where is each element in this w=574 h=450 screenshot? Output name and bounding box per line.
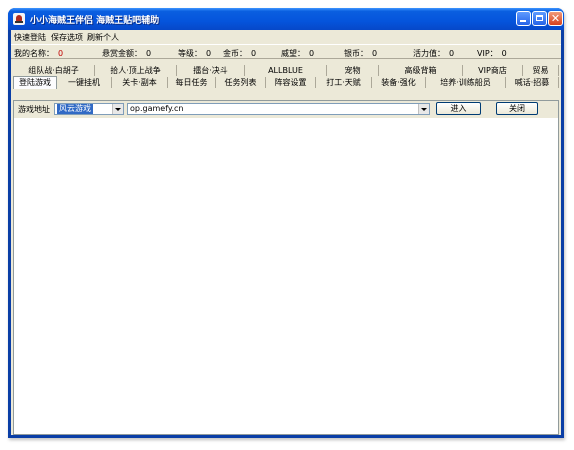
minimize-button[interactable] bbox=[516, 11, 531, 26]
tab-arena-duel[interactable]: 擂台·决斗 bbox=[177, 65, 245, 76]
tab-row-2: 登陆游戏 一键挂机 关卡·副本 每日任务 任务列表 阵容设置 打工·天赋 装备·… bbox=[13, 76, 559, 89]
tab-allblue[interactable]: ALLBLUE bbox=[245, 65, 327, 76]
tab-row-1: 组队战·白胡子 拾人·顶上战争 擂台·决斗 ALLBLUE 宠物 高级背箱 VI… bbox=[13, 65, 559, 76]
status-prestige: 威望： 0 bbox=[281, 49, 315, 58]
tab-team-whitebeard[interactable]: 组队战·白胡子 bbox=[13, 65, 95, 76]
login-game-panel: 游戏地址 风云游戏 op.gamefy.cn 进入 关闭 bbox=[13, 100, 559, 435]
tab-equip-enhance[interactable]: 装备·强化 bbox=[372, 77, 426, 88]
tab-formation[interactable]: 阵容设置 bbox=[266, 77, 316, 88]
tab-train-crew[interactable]: 培养·训练船员 bbox=[426, 77, 506, 88]
game-address-label: 游戏地址 bbox=[18, 105, 50, 114]
game-address-bar: 游戏地址 风云游戏 op.gamefy.cn 进入 关闭 bbox=[14, 101, 558, 118]
status-gold: 金币： 0 bbox=[223, 49, 257, 58]
server-select-value: 风云游戏 bbox=[57, 104, 93, 114]
status-energy: 活力值： 0 bbox=[413, 49, 455, 58]
tab-task-list[interactable]: 任务列表 bbox=[216, 77, 266, 88]
minimize-icon bbox=[520, 20, 526, 22]
enter-button[interactable]: 进入 bbox=[436, 102, 481, 115]
menu-save-options[interactable]: 保存选项 bbox=[51, 32, 83, 43]
maximize-button[interactable] bbox=[532, 11, 547, 26]
tab-vip-shop[interactable]: VIP商店 bbox=[463, 65, 523, 76]
window-title: 小小海贼王伴侣 海贼王贴吧辅助 bbox=[30, 16, 160, 26]
menu-refresh-profile[interactable]: 刷新个人 bbox=[87, 32, 119, 43]
tab-login-game[interactable]: 登陆游戏 bbox=[13, 76, 57, 89]
title-bar[interactable]: 小小海贼王伴侣 海贼王贴吧辅助 ✕ bbox=[8, 8, 564, 30]
url-combobox[interactable]: op.gamefy.cn bbox=[127, 103, 430, 115]
status-bounty: 悬赏金额： 0 bbox=[102, 49, 152, 58]
tab-marineford[interactable]: 拾人·顶上战争 bbox=[95, 65, 177, 76]
app-icon[interactable] bbox=[13, 13, 25, 25]
tab-trade[interactable]: 贸易 bbox=[523, 65, 559, 76]
status-name: 我的名称： 0 bbox=[14, 49, 64, 58]
tab-daily-tasks[interactable]: 每日任务 bbox=[168, 77, 216, 88]
app-window: 小小海贼王伴侣 海贼王贴吧辅助 ✕ 快速登陆 保存选项 刷新个人 我的名称： 0 … bbox=[8, 8, 564, 438]
menu-quick-login[interactable]: 快速登陆 bbox=[14, 32, 46, 43]
window-client: 快速登陆 保存选项 刷新个人 我的名称： 0 悬赏金额： 0 等级： 0 金币： 0 威… bbox=[11, 30, 561, 435]
player-status-bar: 我的名称： 0 悬赏金额： 0 等级： 0 金币： 0 威望： 0 银币： 0 活力值： 0 … bbox=[11, 44, 561, 59]
tab-shout-recruit[interactable]: 喊话·招募 bbox=[506, 77, 559, 88]
tab-advanced-chest[interactable]: 高级背箱 bbox=[379, 65, 463, 76]
url-value: op.gamefy.cn bbox=[130, 104, 184, 113]
server-select[interactable]: 风云游戏 bbox=[54, 103, 124, 115]
chevron-down-icon[interactable] bbox=[112, 104, 123, 114]
menu-bar: 快速登陆 保存选项 刷新个人 bbox=[11, 30, 561, 44]
status-vip: VIP： 0 bbox=[477, 49, 507, 58]
tab-pets[interactable]: 宠物 bbox=[327, 65, 379, 76]
status-level: 等级： 0 bbox=[178, 49, 212, 58]
status-silver: 银币： 0 bbox=[344, 49, 378, 58]
tab-work-talent[interactable]: 打工·天赋 bbox=[316, 77, 372, 88]
tab-auto-idle[interactable]: 一键挂机 bbox=[57, 77, 112, 88]
close-game-button[interactable]: 关闭 bbox=[496, 102, 538, 115]
chevron-down-icon[interactable] bbox=[418, 104, 429, 114]
tab-stages-dungeon[interactable]: 关卡·副本 bbox=[112, 77, 168, 88]
maximize-icon bbox=[536, 15, 543, 21]
game-browser-area[interactable] bbox=[14, 118, 558, 434]
close-button[interactable]: ✕ bbox=[548, 11, 563, 26]
close-icon: ✕ bbox=[550, 12, 561, 25]
